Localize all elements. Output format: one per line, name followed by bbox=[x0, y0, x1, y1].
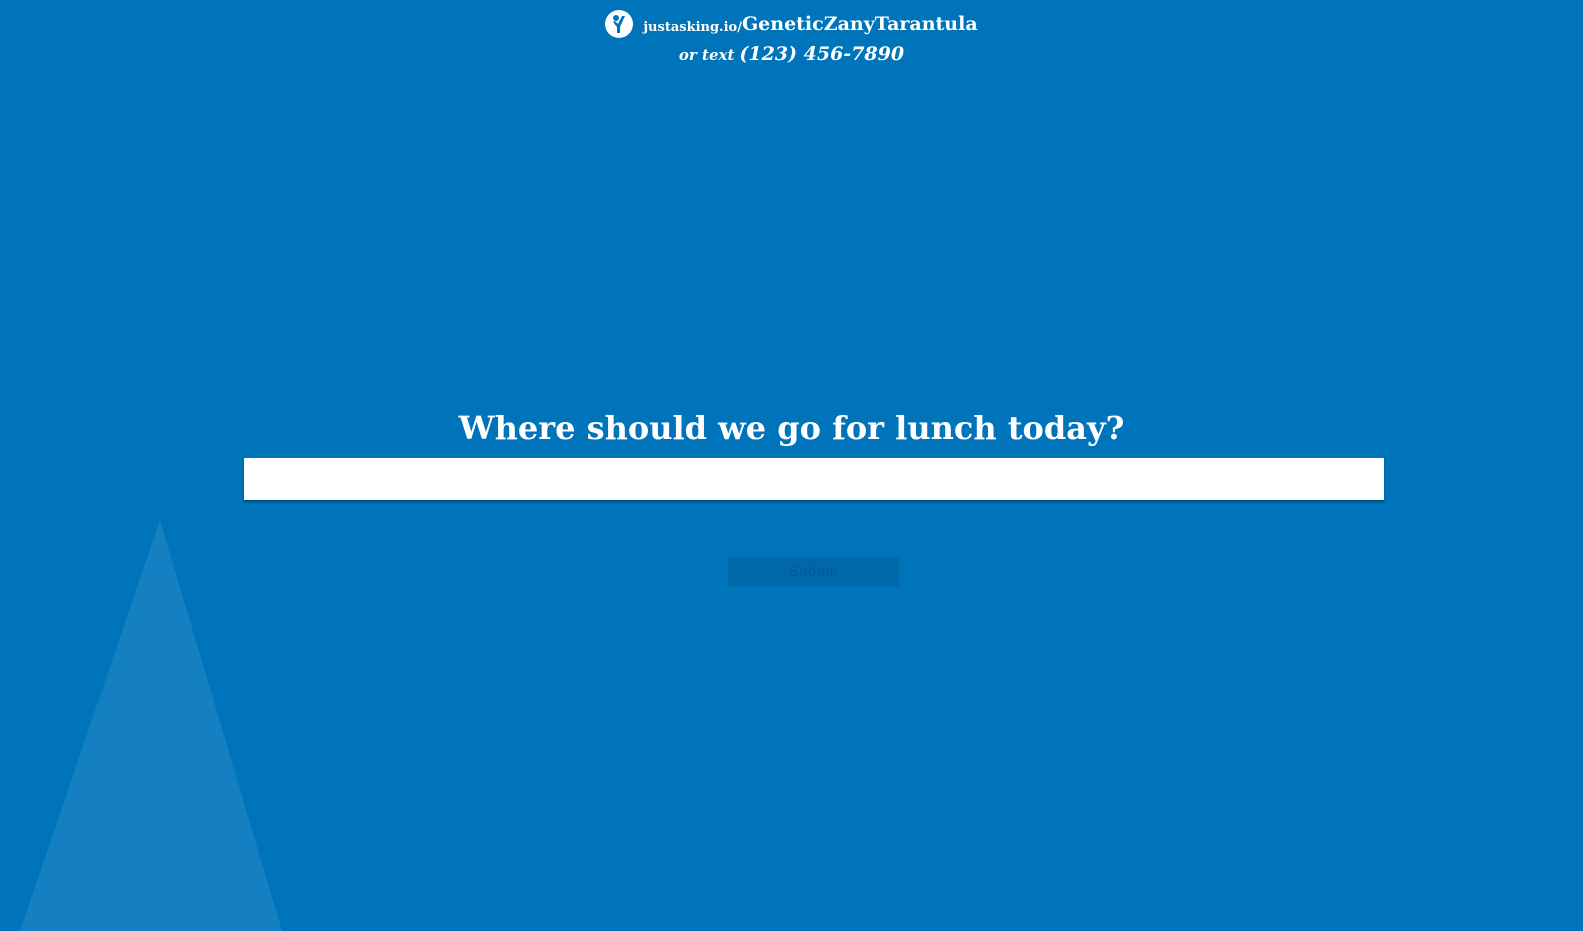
submit-button[interactable]: Submit bbox=[728, 557, 899, 586]
person-raising-hand-icon bbox=[605, 10, 634, 38]
join-url-domain: justasking.io/ bbox=[643, 19, 742, 35]
answer-input[interactable] bbox=[244, 458, 1384, 500]
page-header: justasking.io/ GeneticZanyTarantula or t… bbox=[0, 8, 1583, 65]
phone-number: (123) 456-7890 bbox=[739, 43, 905, 65]
text-prefix-label: or text bbox=[678, 46, 735, 64]
question-title: Where should we go for lunch today? bbox=[458, 409, 1125, 447]
text-to-join-line: or text (123) 456-7890 bbox=[0, 43, 1583, 65]
background-triangle-decoration bbox=[20, 520, 282, 931]
join-url-slug: GeneticZanyTarantula bbox=[741, 13, 978, 35]
join-url-line: justasking.io/ GeneticZanyTarantula bbox=[0, 8, 1583, 40]
